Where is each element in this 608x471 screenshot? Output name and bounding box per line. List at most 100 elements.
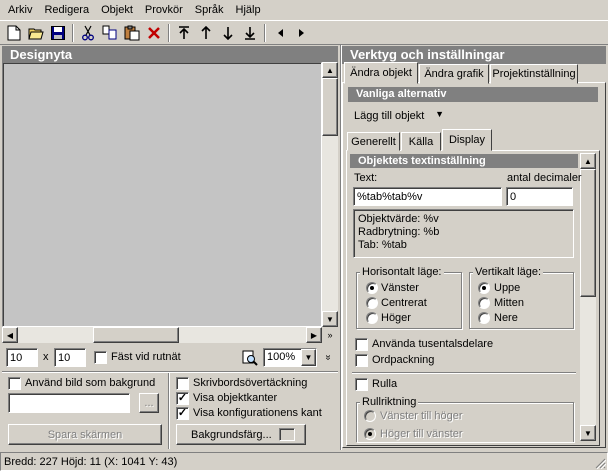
double-chevron-down-icon: »: [327, 330, 333, 340]
scroll-checkbox[interactable]: [355, 378, 368, 391]
thousands-separator-checkbox[interactable]: [355, 338, 368, 351]
toolbar-separator: [72, 23, 74, 42]
divider: [352, 372, 576, 374]
background-color-button[interactable]: Bakgrundsfärg...: [176, 424, 306, 445]
checkmark-icon: ✓: [177, 392, 188, 404]
tab-source[interactable]: Källa: [401, 132, 441, 151]
status-bar: Bredd: 227 Höjd: 11 (X: 1041 Y: 43): [0, 452, 608, 471]
vscroll-thumb[interactable]: [322, 78, 338, 136]
info-line: Tab: %tab: [358, 239, 407, 251]
arrow-left-icon: [278, 28, 283, 37]
thousands-separator-label: Använda tusentalsdelare: [372, 338, 494, 350]
menu-redigera[interactable]: Redigera: [38, 1, 95, 19]
radio-align-center[interactable]: [366, 297, 378, 309]
grid-x-label: x: [43, 351, 49, 363]
vscroll-down-button[interactable]: ▼: [322, 311, 338, 327]
open-button[interactable]: [25, 22, 47, 44]
menu-sprak[interactable]: Språk: [189, 1, 230, 19]
menu-provkor[interactable]: Provkör: [139, 1, 189, 19]
toolbar-separator: [264, 23, 266, 42]
grid-width-input[interactable]: [6, 348, 38, 367]
tab-general[interactable]: Generellt: [347, 132, 400, 151]
show-object-borders-label: Visa objektkanter: [193, 392, 278, 404]
radio-valign-middle[interactable]: [478, 297, 490, 309]
move-up-icon: [201, 25, 211, 39]
common-options-header: Vanliga alternativ: [348, 87, 598, 102]
zoom-select[interactable]: 100% ▼: [263, 348, 317, 367]
move-up-button[interactable]: [195, 22, 217, 44]
copy-button[interactable]: [99, 22, 121, 44]
grid-height-input[interactable]: [54, 348, 86, 367]
up-arrow-icon: ▲: [326, 65, 334, 75]
copy-icon: [102, 25, 117, 40]
save-button[interactable]: [47, 22, 69, 44]
move-top-icon: [179, 25, 189, 39]
tab-change-object[interactable]: Ändra objekt: [344, 62, 418, 84]
menu-bar: Arkiv Redigera Objekt Provkör Språk Hjäl…: [0, 0, 608, 20]
menu-arkiv[interactable]: Arkiv: [2, 1, 38, 19]
tab-display[interactable]: Display: [442, 129, 492, 151]
info-line: Objektvärde: %v: [358, 213, 439, 225]
decimals-input[interactable]: [506, 187, 573, 206]
tab-project-settings[interactable]: Projektinställning: [490, 64, 578, 84]
background-image-path-input[interactable]: [8, 393, 130, 413]
hscroll-right-button[interactable]: ▶: [306, 327, 322, 343]
delete-button[interactable]: [143, 22, 165, 44]
chevron-down-icon: ▼: [435, 109, 444, 119]
zoom-value: 100%: [267, 351, 296, 363]
previous-button[interactable]: [269, 22, 291, 44]
separator: [168, 373, 170, 449]
desktop-overlay-label: Skrivbordsövertäckning: [193, 377, 308, 389]
move-bottom-icon: [245, 26, 255, 40]
design-canvas[interactable]: [2, 62, 322, 327]
radio-align-right[interactable]: [366, 312, 378, 324]
move-down-button[interactable]: [217, 22, 239, 44]
add-object-dropdown[interactable]: Lägg till objekt ▼: [354, 107, 448, 124]
resize-grip-icon[interactable]: [594, 457, 606, 469]
hscroll-thumb[interactable]: [93, 327, 179, 343]
expand-button[interactable]: »: [321, 349, 335, 366]
display-scroll-thumb[interactable]: [580, 169, 596, 297]
radio-align-left[interactable]: [366, 282, 378, 294]
next-button[interactable]: [291, 22, 313, 44]
radio-valign-bottom[interactable]: [478, 312, 490, 324]
text-format-input[interactable]: [353, 187, 502, 206]
hscroll-left-button[interactable]: ◀: [2, 327, 18, 343]
radio-scroll-rtl[interactable]: [364, 428, 376, 440]
show-object-borders-checkbox[interactable]: ✓: [176, 392, 189, 405]
new-button[interactable]: [3, 22, 25, 44]
radio-align-left-label: Vänster: [381, 282, 419, 294]
vscroll-up-button[interactable]: ▲: [322, 62, 338, 78]
save-icon: [51, 25, 65, 40]
display-scroll-up-button[interactable]: ▲: [580, 153, 596, 169]
horizontal-alignment-title: Horisontalt läge:: [360, 266, 444, 279]
menu-objekt[interactable]: Objekt: [95, 1, 139, 19]
move-bottom-button[interactable]: [239, 22, 261, 44]
desktop-overlay-checkbox[interactable]: [176, 377, 189, 390]
move-top-button[interactable]: [173, 22, 195, 44]
menu-hjalp[interactable]: Hjälp: [230, 1, 267, 19]
display-scroll-down-button[interactable]: ▼: [580, 425, 596, 441]
wordwrap-checkbox[interactable]: [355, 354, 368, 367]
zoom-dropdown-button[interactable]: ▼: [301, 349, 316, 366]
radio-scroll-ltr[interactable]: [364, 410, 376, 422]
snap-to-grid-checkbox[interactable]: [94, 351, 107, 364]
radio-align-right-label: Höger: [381, 312, 411, 324]
up-arrow-icon: ▲: [584, 156, 592, 166]
toolbar-separator: [168, 23, 170, 42]
tab-change-graphics[interactable]: Ändra grafik: [419, 64, 489, 84]
collapse-button[interactable]: »: [322, 327, 338, 343]
wordwrap-label: Ordpackning: [372, 354, 435, 366]
browse-button[interactable]: ...: [139, 393, 159, 413]
decimals-label: antal decimaler: [507, 172, 582, 184]
show-config-border-checkbox[interactable]: ✓: [176, 407, 189, 420]
use-image-background-checkbox[interactable]: [8, 377, 21, 390]
snap-to-grid-label: Fäst vid rutnät: [111, 351, 181, 363]
paste-button[interactable]: [121, 22, 143, 44]
zoom-button[interactable]: [240, 348, 260, 367]
radio-align-center-label: Centrerat: [381, 297, 427, 309]
radio-valign-top[interactable]: [478, 282, 490, 294]
save-screen-button[interactable]: Spara skärmen: [8, 424, 162, 445]
cut-button[interactable]: [77, 22, 99, 44]
move-down-icon: [223, 26, 233, 40]
